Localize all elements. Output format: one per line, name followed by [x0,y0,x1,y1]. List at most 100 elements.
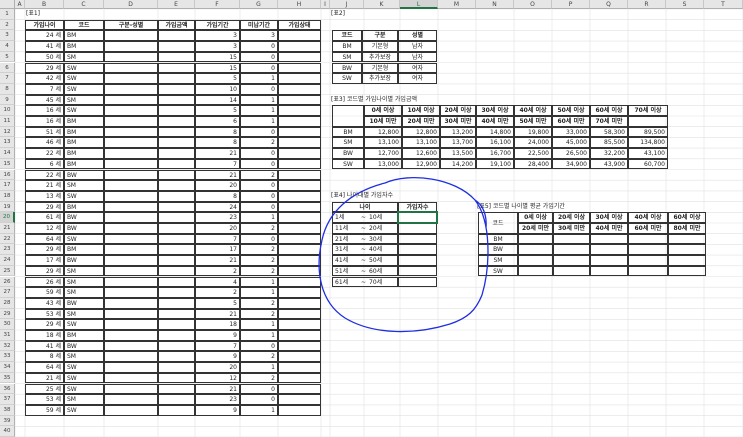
table1-code-cell[interactable]: BM [64,201,104,213]
table4-count-cell[interactable] [398,255,437,266]
table1-type-gender-cell[interactable] [104,212,158,223]
table1-age-cell[interactable]: 22 세 [25,169,64,181]
column-header-E[interactable]: E [158,0,195,9]
row-header-24[interactable]: 24 [0,255,15,266]
table1-age-cell[interactable]: 25 세 [25,383,64,395]
table1-amount-cell[interactable] [158,319,195,330]
table1-code-cell[interactable]: BM [64,148,104,159]
table1-amount-cell[interactable] [158,233,195,245]
table3-amount-cell[interactable]: 60,700 [628,158,668,170]
row-header-20[interactable]: 20 [0,212,15,223]
table1-code-cell[interactable]: SM [64,265,104,277]
table5-header-to[interactable]: 20세 미만 [518,223,553,234]
table1-code-cell[interactable]: SW [64,319,104,330]
table1-unpaid-cell[interactable]: 0 [240,158,278,170]
table1-age-cell[interactable]: 41 세 [25,340,64,352]
table1-status-cell[interactable] [278,158,321,170]
table1-status-cell[interactable] [278,137,321,149]
table5-code-cell[interactable]: SM [478,255,518,266]
table1-unpaid-cell[interactable]: 0 [240,190,278,202]
table5-value-cell[interactable] [518,265,553,277]
table5-code-cell[interactable]: BM [478,233,518,245]
table3-amount-cell[interactable]: 34,900 [552,158,590,170]
table1-age-cell[interactable]: 61 세 [25,212,64,223]
table3-amount-cell[interactable]: 13,100 [402,137,440,149]
table1-age-cell[interactable]: 12 세 [25,223,64,234]
table3-amount-cell[interactable]: 32,200 [590,148,628,159]
table1-status-cell[interactable] [278,116,321,127]
table1-period-cell[interactable]: 14 [195,94,240,106]
row-header-3[interactable]: 3 [0,30,15,42]
table1-age-cell[interactable]: 7 세 [25,83,64,95]
table1-type-gender-cell[interactable] [104,351,158,363]
table3-code-cell[interactable]: BW [332,148,364,159]
table1-amount-cell[interactable] [158,62,195,74]
column-header-L[interactable]: L [400,0,438,9]
table5-value-cell[interactable] [668,255,706,266]
table1-age-cell[interactable]: 17 세 [25,255,64,266]
table3-amount-cell[interactable]: 85,500 [590,137,628,149]
table1-amount-cell[interactable] [158,169,195,181]
table1-status-cell[interactable] [278,372,321,384]
table1-amount-cell[interactable] [158,255,195,266]
table1-period-cell[interactable]: 20 [195,223,240,234]
row-header-34[interactable]: 34 [0,362,15,373]
table1-age-cell[interactable]: 29 세 [25,201,64,213]
table1-period-cell[interactable]: 20 [195,180,240,191]
table1-type-gender-cell[interactable] [104,265,158,277]
table3-header-to[interactable]: 70세 미만 [590,116,628,127]
table1-type-gender-cell[interactable] [104,94,158,106]
column-header-F[interactable]: F [195,0,240,9]
table2-header[interactable]: 구분 [362,30,398,42]
column-header-S[interactable]: S [666,0,704,9]
row-header-21[interactable]: 21 [0,223,15,234]
row-header-28[interactable]: 28 [0,297,15,309]
table3-amount-cell[interactable]: 43,900 [590,158,628,170]
row-header-16[interactable]: 16 [0,169,15,181]
table1-amount-cell[interactable] [158,308,195,320]
column-header-C[interactable]: C [64,0,104,9]
table1-amount-cell[interactable] [158,287,195,298]
table1-status-cell[interactable] [278,319,321,330]
table1-code-cell[interactable]: BW [64,223,104,234]
table1-unpaid-cell[interactable]: 0 [240,148,278,159]
table5-code-cell[interactable]: BW [478,244,518,256]
table1-period-cell[interactable]: 9 [195,351,240,363]
table1-code-cell[interactable]: BM [64,244,104,256]
column-header-I[interactable]: I [321,0,330,9]
table1-age-cell[interactable]: 59 세 [25,287,64,298]
table1-status-cell[interactable] [278,330,321,341]
column-header-D[interactable]: D [104,0,158,9]
active-cell-selection[interactable] [397,211,438,224]
table1-unpaid-cell[interactable]: 0 [240,340,278,352]
table1-amount-cell[interactable] [158,73,195,84]
table1-code-cell[interactable]: SM [64,287,104,298]
table1-type-gender-cell[interactable] [104,137,158,149]
table1-age-cell[interactable]: 42 세 [25,73,64,84]
table1-type-gender-cell[interactable] [104,158,158,170]
table1-status-cell[interactable] [278,41,321,52]
table4-count-cell[interactable] [398,244,437,256]
table1-type-gender-cell[interactable] [104,308,158,320]
table1-type-gender-cell[interactable] [104,276,158,288]
table1-age-cell[interactable]: 18 세 [25,330,64,341]
table1-code-cell[interactable]: SW [64,233,104,245]
table1-period-cell[interactable]: 21 [195,308,240,320]
table5-value-cell[interactable] [518,255,553,266]
table1-type-gender-cell[interactable] [104,105,158,116]
row-header-17[interactable]: 17 [0,180,15,191]
table1-status-cell[interactable] [278,265,321,277]
table1-code-cell[interactable]: SW [64,372,104,384]
row-header-33[interactable]: 33 [0,351,15,363]
table3-amount-cell[interactable]: 134,800 [628,137,668,149]
table5-header-to[interactable]: 40세 미만 [590,223,628,234]
table1-amount-cell[interactable] [158,30,195,42]
table1-unpaid-cell[interactable]: 2 [240,351,278,363]
table1-status-cell[interactable] [278,212,321,223]
table1-period-cell[interactable]: 3 [195,30,240,42]
table1-amount-cell[interactable] [158,212,195,223]
row-header-5[interactable]: 5 [0,51,15,63]
table1-age-cell[interactable]: 29 세 [25,244,64,256]
table1-unpaid-cell[interactable]: 0 [240,201,278,213]
table5-value-cell[interactable] [590,255,628,266]
